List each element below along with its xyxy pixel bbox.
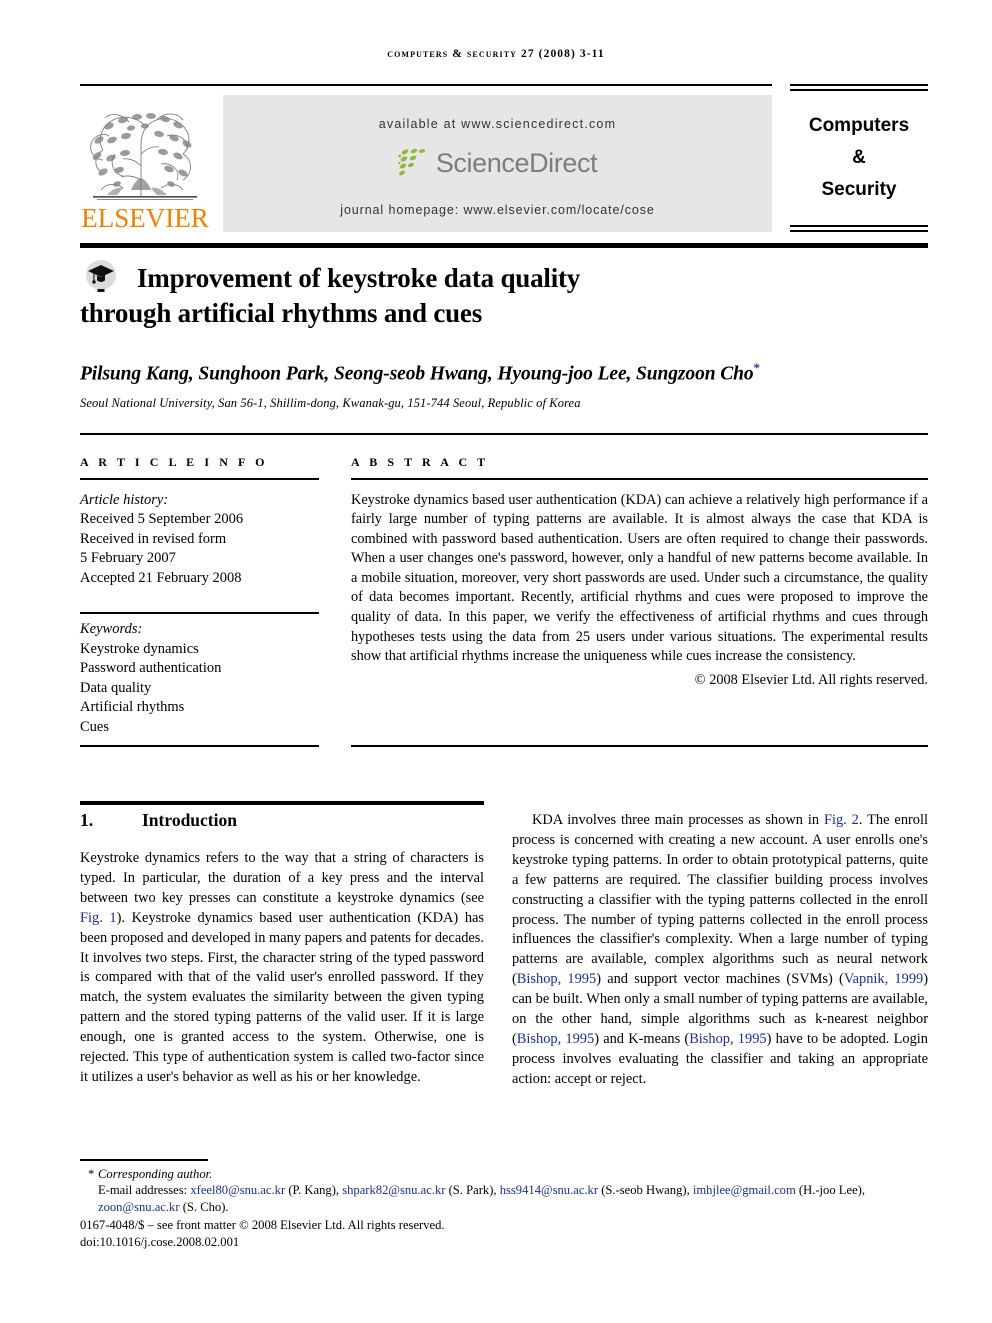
- keyword-item: Data quality: [80, 679, 152, 696]
- available-at-text: available at www.sciencedirect.com: [378, 117, 617, 131]
- doi-line: doi:10.1016/j.cose.2008.02.001: [80, 1234, 240, 1249]
- paragraph-text: . The enroll process is concerned with c…: [512, 812, 928, 988]
- sep: ,: [861, 1183, 866, 1198]
- email-person: (S.-seob Hwang): [601, 1183, 687, 1198]
- email-label: E-mail addresses:: [98, 1183, 188, 1198]
- keyword-item: Cues: [80, 718, 109, 735]
- article-history: Article history: Received 5 September 20…: [80, 491, 319, 589]
- title-line-2: through artificial rhythms and cues: [80, 298, 483, 328]
- citation-link[interactable]: Vapnik, 1999: [844, 971, 923, 987]
- keywords-block: Keywords: Keystroke dynamics Password au…: [80, 620, 319, 737]
- issn-line: 0167-4048/$ – see front matter © 2008 El…: [80, 1218, 445, 1233]
- footnote-rule: [80, 1159, 208, 1161]
- abstract-column: A B S T R A C T Keystroke dynamics based…: [351, 455, 928, 690]
- corresponding-author-note: * Corresponding author.: [80, 1166, 930, 1182]
- section-title: Introduction: [142, 810, 237, 830]
- affiliation-rule: [80, 433, 928, 435]
- figure-reference-link[interactable]: Fig. 1: [80, 910, 117, 926]
- corresponding-author-text: Corresponding author.: [98, 1167, 213, 1181]
- sep: .: [225, 1199, 229, 1214]
- email-link[interactable]: imhjlee@gmail.com: [693, 1183, 796, 1197]
- title-line-1: Improvement of keystroke data quality: [137, 263, 581, 293]
- journal-title-bottom-rule-2: [790, 230, 928, 232]
- masthead-band: available at www.sciencedirect.com Scien…: [223, 95, 772, 232]
- journal-title-line-2: &: [852, 147, 866, 168]
- body-column-right: KDA involves three main processes as sho…: [512, 811, 928, 1090]
- email-link[interactable]: zoon@snu.ac.kr: [98, 1200, 180, 1214]
- abstract-hairline: [351, 478, 928, 480]
- elsevier-tree-icon: [90, 112, 197, 200]
- paragraph-text: ) and support vector machines (SVMs) (: [596, 971, 844, 988]
- author-list: Pilsung Kang, Sunghoon Park, Seong-seob …: [80, 360, 930, 386]
- figure-reference-link[interactable]: Fig. 2: [824, 812, 859, 828]
- article-history-label: Article history:: [80, 491, 169, 508]
- email-person: (S. Park): [448, 1183, 494, 1198]
- email-person: (S. Cho): [182, 1199, 226, 1214]
- footnote-marker: *: [88, 1167, 95, 1181]
- keywords-label: Keywords:: [80, 621, 143, 637]
- email-person: (H.-joo Lee): [798, 1183, 862, 1198]
- sciencedirect-wordmark: ScienceDirect: [435, 148, 598, 179]
- section-heading: 1. Introduction: [80, 810, 484, 831]
- article-info-hairline: [80, 478, 319, 480]
- paragraph: KDA involves three main processes as sho…: [512, 811, 928, 1090]
- masthead-bottom-rule: [80, 243, 928, 248]
- keyword-item: Keystroke dynamics: [80, 640, 199, 657]
- sep: ,: [493, 1183, 497, 1198]
- section-rule: [80, 801, 484, 805]
- paragraph-text: ). Keystroke dynamics based user authent…: [80, 909, 484, 1085]
- journal-title-block: Computers & Security: [784, 110, 934, 206]
- citation-link[interactable]: Bishop, 1995: [689, 1031, 766, 1047]
- email-link[interactable]: shpark82@snu.ac.kr: [342, 1183, 445, 1197]
- elsevier-wordmark: ELSEVIER: [81, 203, 209, 233]
- elsevier-logo: ELSEVIER: [79, 96, 211, 236]
- email-link[interactable]: hss9414@snu.ac.kr: [500, 1183, 598, 1197]
- email-link[interactable]: xfeel80@snu.ac.kr: [190, 1183, 285, 1197]
- journal-title-top-rule-1: [790, 84, 928, 86]
- journal-title-line-3: Security: [821, 179, 897, 200]
- paragraph: Keystroke dynamics refers to the way tha…: [80, 849, 484, 1088]
- abstract-heading: A B S T R A C T: [351, 455, 489, 469]
- article-info-bottom-rule: [80, 745, 319, 747]
- sep: ,: [335, 1183, 340, 1198]
- running-head: Computers & Security 27 (2008) 3-11: [387, 48, 605, 60]
- affiliation: Seoul National University, San 56-1, Shi…: [80, 396, 581, 410]
- journal-title-bottom-rule-1: [790, 225, 928, 227]
- footnote-block: * Corresponding author. E-mail addresses:…: [80, 1166, 930, 1250]
- section-number: 1.: [80, 810, 94, 830]
- paper-page: Computers & Security 27 (2008) 3-11: [0, 0, 992, 1323]
- page-title: Improvement of keystroke data quality th…: [80, 261, 840, 331]
- article-info-heading: A R T I C L E I N F O: [80, 455, 269, 469]
- article-history-line: Received in revised form: [80, 530, 227, 547]
- citation-link[interactable]: Bishop, 1995: [517, 1031, 594, 1047]
- keywords-rule: [80, 612, 319, 614]
- abstract-text: Keystroke dynamics based user authentica…: [351, 491, 928, 665]
- keyword-item: Artificial rhythms: [80, 699, 185, 715]
- article-info-column: A R T I C L E I N F O Article history: R…: [80, 455, 319, 588]
- email-addresses-line: E-mail addresses: xfeel80@snu.ac.kr (P. …: [80, 1182, 930, 1215]
- article-history-line: Received 5 September 2006: [80, 511, 244, 527]
- journal-title-top-rule-2: [790, 89, 928, 91]
- email-person: (P. Kang): [288, 1183, 336, 1198]
- keyword-item: Password authentication: [80, 660, 222, 676]
- body-column-left: Keystroke dynamics refers to the way tha…: [80, 849, 484, 1088]
- sciencedirect-logo: ScienceDirect: [223, 145, 772, 181]
- article-history-line: 5 February 2007: [80, 550, 176, 566]
- journal-title-line-1: Computers: [808, 115, 910, 136]
- paragraph-text: ) and K-means (: [594, 1030, 690, 1047]
- citation-link[interactable]: Bishop, 1995: [517, 971, 596, 987]
- paragraph-text: Keystroke dynamics refers to the way tha…: [80, 850, 484, 906]
- abstract-copyright: © 2008 Elsevier Ltd. All rights reserved…: [694, 671, 928, 688]
- author-names: Pilsung Kang, Sunghoon Park, Seong-seob …: [80, 363, 754, 385]
- paragraph-text: KDA involves three main processes as sho…: [532, 812, 824, 828]
- sciencedirect-mark-icon: [398, 148, 432, 178]
- abstract-bottom-rule: [351, 745, 928, 747]
- corresponding-author-marker: *: [753, 360, 761, 375]
- journal-homepage-text: journal homepage: www.elsevier.com/locat…: [340, 203, 655, 217]
- masthead-top-rule: [80, 84, 772, 86]
- article-history-line: Accepted 21 February 2008: [80, 569, 242, 586]
- sep: ,: [686, 1183, 690, 1198]
